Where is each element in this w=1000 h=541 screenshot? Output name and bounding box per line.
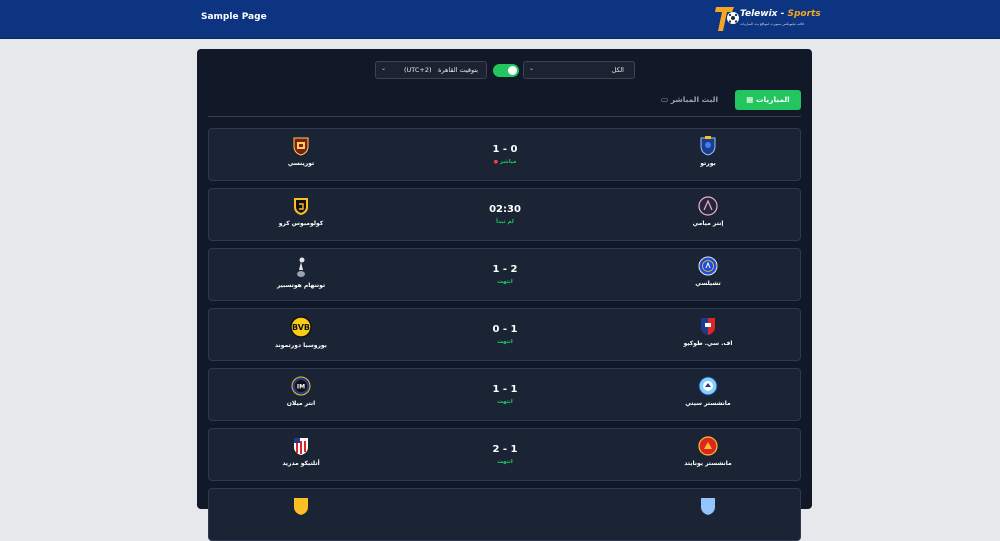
match-status: انتهت bbox=[497, 339, 513, 345]
away-team: BVB بوروسيا دورتموند bbox=[256, 316, 346, 349]
match-card[interactable]: إنتر ميامي 02:30 لم تبدأ كولومبوس كرو bbox=[208, 188, 801, 241]
sample-page-link[interactable]: Sample Page bbox=[201, 12, 267, 22]
torreense-crest-icon bbox=[293, 137, 309, 156]
away-team: كولومبوس كرو bbox=[256, 196, 346, 227]
away-team: IM انتر ميلان bbox=[256, 376, 346, 407]
team-crest-icon bbox=[701, 498, 715, 515]
toggle-knob bbox=[508, 66, 517, 75]
tv-icon: ▭ bbox=[661, 95, 669, 104]
match-card[interactable]: تشيلسي 1 - 2 انتهت توتنهام هوتسبير bbox=[208, 248, 801, 301]
tab-matches[interactable]: ▦ المباريات bbox=[735, 90, 801, 110]
match-score: 1 - 1 bbox=[492, 384, 518, 395]
dortmund-crest-icon: BVB bbox=[290, 316, 312, 338]
match-score: 1 - 0 bbox=[492, 144, 518, 155]
svg-text:BVB: BVB bbox=[292, 323, 310, 332]
team-crest-icon bbox=[294, 498, 308, 515]
matches-panel: ⌄ (UTC+2) بتوقيت القاهرة ⌄ الكل ▦ المبار… bbox=[197, 49, 812, 541]
match-time: 02:30 bbox=[489, 204, 521, 215]
fc-tokyo-crest-icon bbox=[701, 318, 715, 335]
inter-milan-crest-icon: IM bbox=[291, 376, 311, 396]
home-team bbox=[663, 496, 753, 516]
match-status: لم تبدأ bbox=[496, 219, 514, 225]
calendar-icon: ▦ bbox=[746, 95, 754, 104]
svg-text:IM: IM bbox=[297, 384, 305, 391]
away-team: تورينسي bbox=[256, 136, 346, 167]
match-card[interactable] bbox=[208, 488, 801, 541]
match-status: انتهت bbox=[497, 279, 513, 285]
away-team bbox=[256, 496, 346, 516]
tottenham-crest-icon bbox=[297, 257, 305, 277]
live-dot-icon: ● bbox=[493, 159, 498, 165]
chevron-down-icon: ⌄ bbox=[529, 65, 535, 72]
man-city-crest-icon bbox=[698, 376, 718, 396]
timezone-select[interactable]: ⌄ (UTC+2) بتوقيت القاهرة bbox=[375, 61, 487, 79]
porto-crest-icon bbox=[700, 136, 716, 156]
timezone-toggle[interactable] bbox=[493, 64, 519, 77]
away-team: توتنهام هوتسبير bbox=[256, 256, 346, 289]
home-team: بورتو bbox=[663, 136, 753, 167]
match-status: انتهت bbox=[497, 399, 513, 405]
match-card[interactable]: مانشستر سيتي 1 - 1 انتهت IM انتر ميلان bbox=[208, 368, 801, 421]
match-score: 1 - 2 bbox=[492, 264, 518, 275]
logo-tagline: قالب تيليويكس سبورت لمواقع بث المباريات bbox=[740, 22, 805, 26]
atletico-crest-icon bbox=[294, 438, 308, 455]
home-team: مانشستر يونايتد bbox=[663, 436, 753, 467]
timezone-label: بتوقيت القاهرة bbox=[438, 66, 479, 74]
match-card[interactable]: مانشستر يونايتد 2 - 1 انتهت أتلتيكو مدري… bbox=[208, 428, 801, 481]
filters-bar: ⌄ (UTC+2) بتوقيت القاهرة ⌄ الكل bbox=[197, 60, 812, 79]
match-card[interactable]: بورتو 1 - 0 ● مباشر تورينسي bbox=[208, 128, 801, 181]
match-card[interactable]: اف. سي. طوكيو 0 - 1 انتهت BVB بوروسيا دو… bbox=[208, 308, 801, 361]
match-score: 2 - 1 bbox=[492, 444, 518, 455]
inter-miami-crest-icon bbox=[698, 196, 718, 216]
home-team: مانشستر سيتي bbox=[663, 376, 753, 407]
tabs-divider bbox=[208, 116, 801, 117]
chelsea-crest-icon bbox=[698, 256, 718, 276]
away-team: أتلتيكو مدريد bbox=[256, 436, 346, 467]
match-status: ● مباشر bbox=[493, 159, 517, 165]
tab-live[interactable]: ▭ البث المباشر bbox=[661, 95, 727, 104]
logo-title: Telewix - Sports bbox=[740, 9, 821, 19]
match-status: انتهت bbox=[497, 459, 513, 465]
site-header: Sample Page Telewix - Sports قالب تيليوي… bbox=[0, 0, 1000, 39]
home-team: إنتر ميامي bbox=[663, 196, 753, 227]
league-select[interactable]: ⌄ الكل bbox=[523, 61, 635, 79]
logo-icon bbox=[715, 7, 739, 31]
home-team: تشيلسي bbox=[663, 256, 753, 287]
home-team: اف. سي. طوكيو bbox=[663, 316, 753, 347]
site-logo[interactable]: Telewix - Sports قالب تيليويكس سبورت لمو… bbox=[714, 4, 821, 34]
man-united-crest-icon bbox=[698, 436, 718, 456]
chevron-down-icon: ⌄ bbox=[381, 65, 387, 72]
columbus-crew-crest-icon bbox=[294, 198, 308, 215]
match-score: 0 - 1 bbox=[492, 324, 518, 335]
